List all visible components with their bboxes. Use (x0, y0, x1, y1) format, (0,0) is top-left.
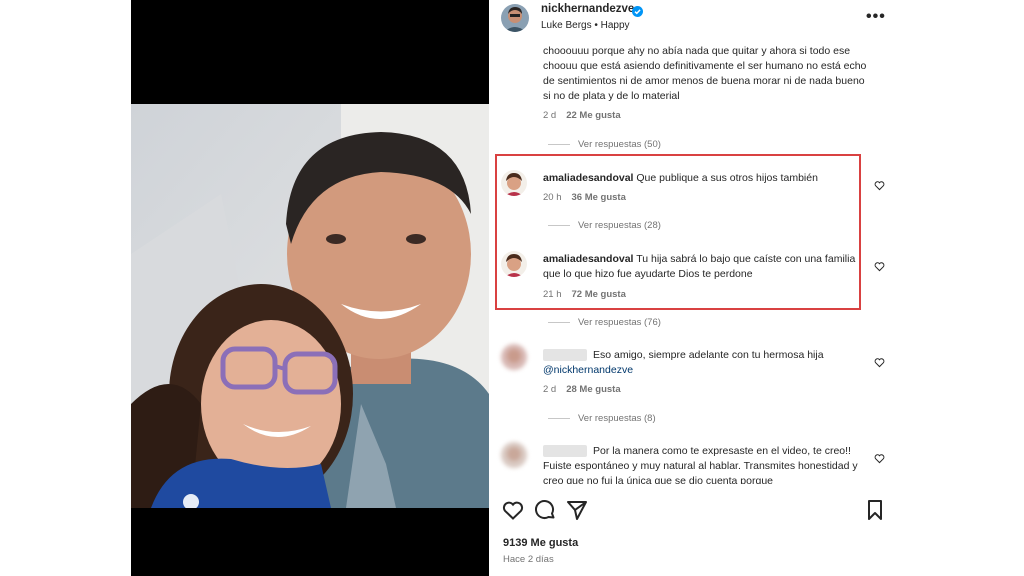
heart-icon[interactable] (874, 355, 885, 368)
comments-list[interactable]: chooouuu porque ahy no abía nada que qui… (489, 44, 893, 484)
likes-count[interactable]: 9139 Me gusta (503, 537, 578, 549)
comment-text: Por la manera como te expresaste en el v… (543, 444, 868, 484)
redacted-username (543, 445, 587, 458)
comment-meta: 2 d 28 Me gusta (543, 384, 621, 395)
heart-icon[interactable] (874, 259, 885, 272)
comments-panel: nickhernandezve Luke Bergs • Happy ••• c… (489, 0, 893, 576)
more-options-icon[interactable]: ••• (866, 8, 886, 26)
comment-text: Eso amigo, siempre adelante con tu hermo… (543, 348, 868, 378)
replies-divider (548, 321, 570, 323)
author-avatar[interactable] (501, 4, 529, 32)
comment-likes[interactable]: 28 Me gusta (566, 384, 620, 395)
share-icon[interactable] (565, 498, 589, 522)
verified-badge-icon (632, 4, 643, 17)
view-replies-button[interactable]: Ver respuestas (50) (548, 139, 661, 150)
comment-body: Por la manera como te expresaste en el v… (543, 445, 858, 484)
post-actions-bar (489, 498, 893, 528)
post-header: nickhernandezve Luke Bergs • Happy ••• (489, 0, 893, 40)
comment-icon[interactable] (533, 498, 557, 522)
post-date: Hace 2 días (503, 554, 554, 565)
view-replies-label: Ver respuestas (50) (578, 139, 661, 150)
heart-icon[interactable] (874, 451, 885, 464)
view-replies-button[interactable]: Ver respuestas (8) (548, 413, 656, 424)
bookmark-icon[interactable] (863, 498, 887, 522)
replies-divider (548, 143, 570, 145)
comment-likes[interactable]: 22 Me gusta (566, 110, 620, 121)
comment-meta: 2 d 22 Me gusta (543, 110, 621, 121)
view-replies-button[interactable]: Ver respuestas (76) (548, 317, 661, 328)
post-media (131, 0, 489, 576)
heart-icon[interactable] (874, 178, 885, 191)
view-replies-label: Ver respuestas (76) (578, 317, 661, 328)
comment-mention[interactable]: @nickhernandezve (543, 364, 633, 376)
post-photo[interactable] (131, 104, 489, 508)
comment-body: Eso amigo, siempre adelante con tu hermo… (593, 349, 824, 361)
post-frame: nickhernandezve Luke Bergs • Happy ••• c… (131, 0, 893, 576)
commenter-avatar[interactable] (501, 344, 527, 370)
redacted-username (543, 349, 587, 362)
replies-divider (548, 417, 570, 419)
author-username[interactable]: nickhernandezve (541, 3, 634, 15)
highlight-box (495, 154, 861, 310)
comment-time: 2 d (543, 384, 557, 395)
heart-icon[interactable] (501, 498, 525, 522)
audio-label[interactable]: Luke Bergs • Happy (541, 20, 630, 31)
view-replies-label: Ver respuestas (8) (578, 413, 656, 424)
commenter-avatar[interactable] (501, 442, 527, 468)
comment-time: 2 d (543, 110, 557, 121)
comment-text: chooouuu porque ahy no abía nada que qui… (543, 45, 867, 102)
